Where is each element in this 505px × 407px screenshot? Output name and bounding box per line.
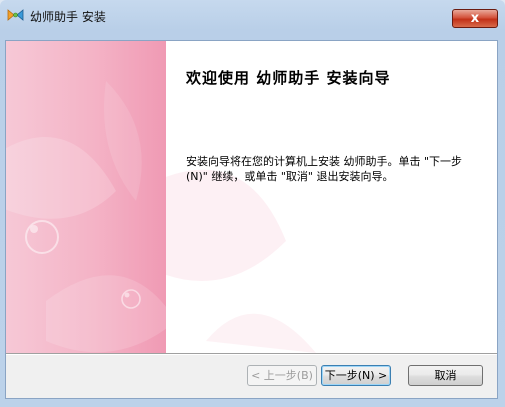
- button-divider: [6, 353, 497, 355]
- back-button[interactable]: < 上一步(B): [247, 365, 317, 386]
- cancel-button[interactable]: 取消: [408, 365, 483, 386]
- decorative-petals-graphic: [6, 81, 166, 353]
- window-title: 幼师助手 安装: [30, 10, 106, 24]
- wizard-description: 安装向导将在您的计算机上安装 幼师助手。单击 "下一步(N)" 继续，或单击 "…: [186, 155, 463, 183]
- next-button[interactable]: 下一步(N) >: [321, 365, 391, 386]
- content-panel: 欢迎使用 幼师助手 安装向导 安装向导将在您的计算机上安装 幼师助手。单击 "下…: [166, 41, 497, 353]
- title-bar[interactable]: 幼师助手 安装 x: [0, 0, 505, 30]
- wizard-body: 欢迎使用 幼师助手 安装向导 安装向导将在您的计算机上安装 幼师助手。单击 "下…: [5, 40, 498, 399]
- installer-bow-icon: [7, 9, 24, 21]
- installer-window: 幼师助手 安装 x 欢迎使用 幼师助手 安装向导 安装向导将在您的计算机上安装: [0, 0, 505, 407]
- close-icon: x: [470, 11, 480, 26]
- close-button[interactable]: x: [452, 9, 498, 28]
- side-banner: [6, 41, 166, 353]
- wizard-heading: 欢迎使用 幼师助手 安装向导: [186, 69, 391, 87]
